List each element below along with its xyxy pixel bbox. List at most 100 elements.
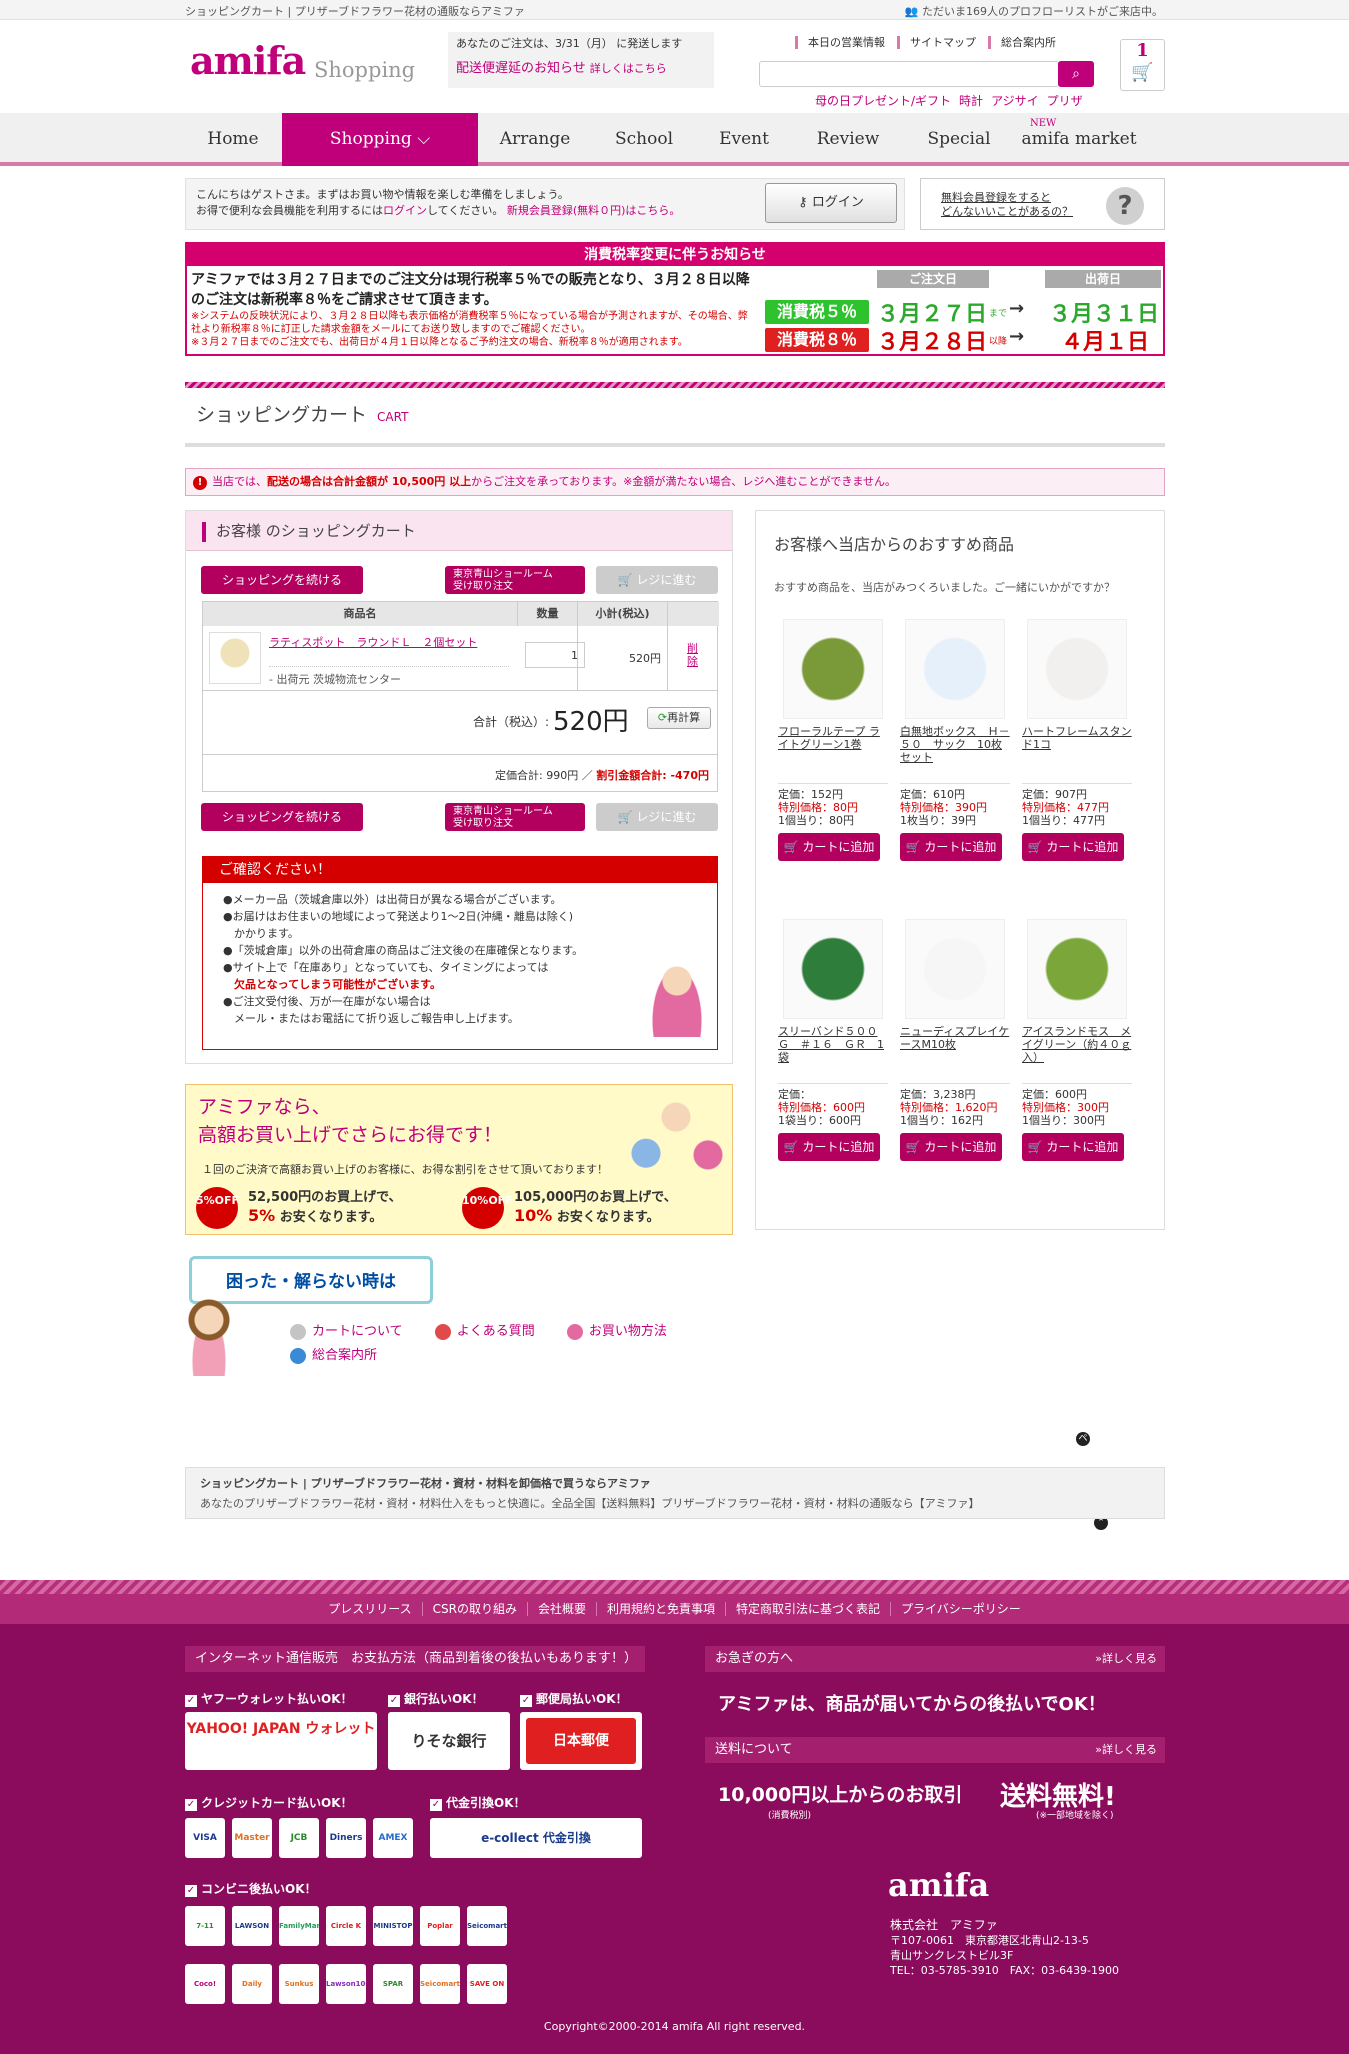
footer-link-privacy[interactable]: プライバシーポリシー	[890, 1602, 1031, 1616]
users-icon: 👥	[904, 5, 919, 18]
discount-summary: 定価合計: 990円 ／ 割引金額合計: -470円	[202, 755, 718, 792]
help-link-guide[interactable]: 総合案内所	[290, 1347, 377, 1364]
footer-link-press[interactable]: プレスリリース	[318, 1602, 421, 1616]
showroom-pickup-button-bottom[interactable]: 東京青山ショールーム 受け取り注文	[445, 803, 585, 831]
product-image[interactable]	[783, 619, 883, 719]
nav-amifa-market[interactable]: NEW amifa market	[1014, 113, 1144, 166]
cart-table: 商品名 数量 小計(税込) ラティスポット ラウンドＬ ２個セット - 出荷元 …	[202, 601, 719, 691]
cart-icon: 🛒	[1027, 840, 1043, 854]
product-prices: 定価： 特別価格：600円 1袋当り：600円	[778, 1083, 888, 1127]
quantity-input[interactable]: 1	[525, 642, 585, 668]
checkout-button-bottom[interactable]: 🛒 レジに進む	[596, 803, 718, 831]
footer-link-company[interactable]: 会社概要	[526, 1602, 596, 1616]
search-button[interactable]: ⌕	[1058, 61, 1094, 87]
global-nav: Home Shopping ⌵ Arrange School Event Rev…	[0, 113, 1349, 166]
shipping-more-link[interactable]: »詳しく見る	[1095, 1737, 1157, 1763]
shopping-bag-icon	[566, 1323, 583, 1340]
nav-special[interactable]: Special	[904, 113, 1014, 166]
add-to-cart-button[interactable]: 🛒 カートに追加	[900, 833, 1002, 861]
product-name-link[interactable]: 白無地ボックス Ｈ－５０ サック 10枚セット	[900, 725, 1010, 777]
page-title: ショッピングカート CART	[196, 404, 409, 426]
recalculate-button[interactable]: ⟳再計算	[647, 707, 711, 729]
add-to-cart-button[interactable]: 🛒 カートに追加	[1022, 1133, 1124, 1161]
footer-stripe	[0, 1580, 1349, 1594]
recommended-product: フローラルテープ ライトグリーン1巻定価：152円 特別価格：80円 1個当り：80…	[778, 619, 888, 861]
sub-link-clock[interactable]: 時計	[959, 94, 983, 108]
top-bar: ショッピングカート | プリザーブドフラワー花材の通販ならアミファ 👥 ただいま…	[0, 0, 1349, 20]
nav-shopping[interactable]: Shopping ⌵	[282, 113, 478, 166]
delete-link[interactable]: 削除	[687, 642, 699, 668]
cart-icon	[290, 1323, 306, 1340]
header-cart-button[interactable]: 1 🛒	[1120, 39, 1165, 91]
sub-link-mothersday[interactable]: 母の日プレゼント/ギフト	[815, 94, 951, 108]
help-link-cart[interactable]: カートについて	[290, 1323, 403, 1340]
footer-link-csr[interactable]: CSRの取り組み	[421, 1602, 527, 1616]
product-image[interactable]	[1027, 919, 1127, 1019]
hurry-more-link[interactable]: »詳しく見る	[1095, 1646, 1157, 1672]
nav-event[interactable]: Event	[696, 113, 792, 166]
footer-nav: プレスリリース CSRの取り組み 会社概要 利用規約と免責事項 特定商取引法に基づく表記…	[0, 1594, 1349, 1624]
search-input[interactable]	[759, 61, 1059, 87]
cart-icon: 🛒	[1131, 62, 1154, 83]
amifa-logo[interactable]: amifa	[190, 38, 306, 83]
item-subtotal: 520円	[629, 652, 661, 665]
product-prices: 定価：600円 特別価格：300円 1個当り：300円	[1022, 1083, 1132, 1127]
showroom-pickup-button[interactable]: 東京青山ショールーム 受け取り注文	[445, 566, 585, 594]
checkout-button[interactable]: 🛒 レジに進む	[596, 566, 718, 594]
header-links: 本日の営業情報 サイトマップ 総合案内所	[795, 34, 1068, 50]
footer-logo: amifa	[888, 1866, 990, 1904]
header-sub-links: 母の日プレゼント/ギフト 時計 アジサイ プリザ	[815, 92, 1091, 109]
register-benefits[interactable]: 無料会員登録をすると どんないいことがあるの？ ?	[920, 178, 1165, 230]
shipping-header: 送料について »詳しく見る	[705, 1737, 1165, 1763]
tax-notice: 消費税率変更に伴うお知らせ アミファでは３月２７日までのご注文分は現行税率５％で…	[185, 242, 1165, 356]
continue-shopping-button[interactable]: ショッピングを続ける	[201, 566, 363, 594]
add-to-cart-button[interactable]: 🛒 カートに追加	[900, 1133, 1002, 1161]
product-prices: 定価：152円 特別価格：80円 1個当り：80円	[778, 783, 888, 827]
sub-link-hydrangea[interactable]: アジサイ	[991, 94, 1039, 108]
recommended-product: アイスランドモス メイグリーン（約４０ｇ入） 定価：600円 特別価格：300円 1個…	[1022, 919, 1132, 1161]
product-image[interactable]	[905, 919, 1005, 1019]
footer-link-terms[interactable]: 利用規約と免責事項	[595, 1602, 725, 1616]
logo-shopping: Shopping	[314, 58, 416, 82]
login-link[interactable]: ログイン	[383, 204, 427, 217]
product-image[interactable]	[1027, 619, 1127, 719]
header-link-hours[interactable]: 本日の営業情報	[795, 36, 897, 49]
add-to-cart-button[interactable]: 🛒 カートに追加	[1022, 833, 1124, 861]
ten-percent-off-badge: 10%OFF	[462, 1187, 513, 1229]
product-name-link[interactable]: アイスランドモス メイグリーン（約４０ｇ入）	[1022, 1025, 1132, 1077]
shopping-cart: お客様 のショッピングカート ショッピングを続ける 東京青山ショールーム 受け取り…	[185, 510, 733, 1064]
product-image[interactable]	[783, 919, 883, 1019]
continue-shopping-button-bottom[interactable]: ショッピングを続ける	[201, 803, 363, 831]
login-button[interactable]: ⚷ ログイン	[765, 183, 897, 223]
register-link[interactable]: 新規会員登録(無料０円)はこちら。	[507, 204, 681, 217]
product-thumbnail[interactable]	[209, 632, 261, 684]
product-name-link[interactable]: フローラルテープ ライトグリーン1巻	[778, 725, 888, 777]
nav-home[interactable]: Home	[185, 113, 281, 166]
copyright: Copyright©2000-2014 amifa All right rese…	[543, 2020, 806, 2033]
product-name-link[interactable]: スリーバンド５００Ｇ ＃１６ ＧＲ 1袋	[778, 1025, 888, 1077]
convenience-store-icon: MINISTOP	[373, 1906, 413, 1946]
footer-info: ショッピングカート | プリザーブドフラワー花材・資材・材料を卸価格で買うならア…	[185, 1467, 1165, 1519]
recommended-product: スリーバンド５００Ｇ ＃１６ ＧＲ 1袋定価： 特別価格：600円 1袋当り：600…	[778, 919, 888, 1161]
nav-review[interactable]: Review	[792, 113, 904, 166]
confirmation-notice: ご確認ください！ ●メーカー品（茨城倉庫以外）は出荷日が異なる場合がございます。…	[202, 856, 718, 1050]
product-name-link[interactable]: ニューディスプレイケースM10枚	[900, 1025, 1010, 1077]
notice-detail-link[interactable]: 詳しくはこちら	[590, 62, 667, 75]
new-badge: NEW	[1030, 118, 1057, 129]
product-name-link[interactable]: ラティスポット ラウンドＬ ２個セット	[269, 634, 477, 650]
nav-arrange[interactable]: Arrange	[478, 113, 592, 166]
convenience-store-icon: Sunkus	[279, 1964, 319, 2004]
product-image[interactable]	[905, 619, 1005, 719]
add-to-cart-button[interactable]: 🛒 カートに追加	[778, 1133, 880, 1161]
help-link-howto[interactable]: お買い物方法	[566, 1323, 667, 1340]
footer-link-law[interactable]: 特定商取引法に基づく表記	[725, 1602, 891, 1616]
nav-school[interactable]: School	[592, 113, 696, 166]
shopping-girl-illustration	[626, 1093, 726, 1179]
header-link-sitemap[interactable]: サイトマップ	[897, 36, 988, 49]
title-divider	[185, 382, 1165, 388]
add-to-cart-button[interactable]: 🛒 カートに追加	[778, 833, 880, 861]
help-link-faq[interactable]: よくある質問	[434, 1323, 535, 1340]
header-link-guide[interactable]: 総合案内所	[988, 36, 1068, 49]
sub-link-preserved[interactable]: プリザ	[1047, 94, 1083, 108]
product-name-link[interactable]: ハートフレームスタンド1コ	[1022, 725, 1132, 777]
